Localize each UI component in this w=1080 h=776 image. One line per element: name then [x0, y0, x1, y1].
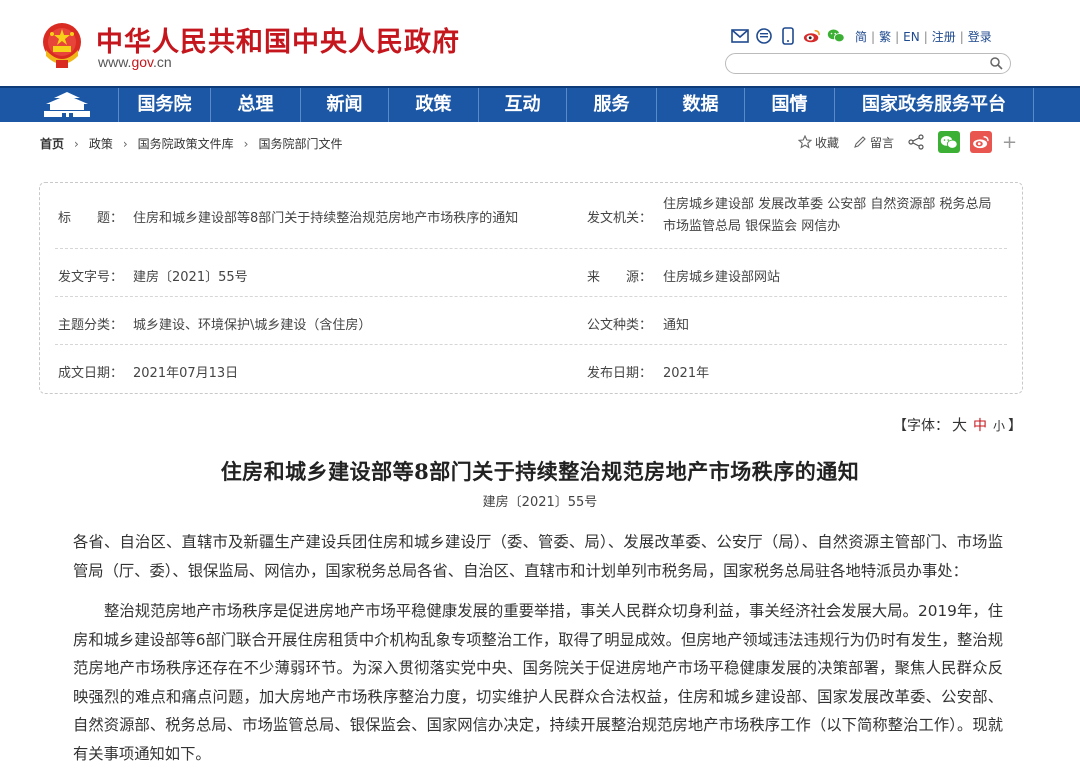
nav-item-interaction[interactable]: 互动 [478, 88, 566, 122]
national-emblem-icon[interactable] [40, 20, 84, 70]
chevron-right-icon: › [122, 136, 128, 151]
site-header: 中华人民共和国中央人民政府 www.gov.cn 简 | 繁 | EN | 注册 | 登录 [0, 0, 1080, 86]
nav-item-service[interactable]: 服务 [566, 88, 656, 122]
date-label: 成文日期： [58, 366, 124, 381]
mobile-icon[interactable] [779, 27, 797, 45]
comment-label: 留言 [870, 135, 895, 150]
site-url-prefix: www. [98, 54, 132, 70]
top-links: 简 | 繁 | EN | 注册 | 登录 [855, 30, 992, 44]
nav-item-policy[interactable]: 政策 [388, 88, 478, 122]
traditional-link[interactable]: 繁 [879, 30, 891, 44]
nav-item-national-info[interactable]: 国情 [744, 88, 834, 122]
topic-label: 主题分类： [58, 318, 124, 333]
article-body: 各省、自治区、直辖市及新疆生产建设兵团住房和城乡建设厅（委、管委、局）、发展改革… [73, 528, 1003, 776]
topic-value: 城乡建设、环境保护\城乡建设（含住房） [133, 318, 372, 333]
source-value: 住房城乡建设部网站 [663, 270, 781, 285]
date-value: 2021年07月13日 [133, 366, 239, 381]
chevron-right-icon: › [243, 136, 249, 151]
main-nav: 国务院 总理 新闻 政策 互动 服务 数据 国情 国家政务服务平台 [0, 86, 1080, 122]
article-title: 住房和城乡建设部等8部门关于持续整治规范房地产市场秩序的通知 [220, 459, 860, 484]
type-value: 通知 [663, 318, 690, 333]
meta-row-doc-no: 发文字号： 建房〔2021〕55号 来 源： 住房城乡建设部网站 [55, 249, 1007, 297]
meta-row-title: 标 题： 住房和城乡建设部等8部门关于持续整治规范房地产市场秩序的通知 发文机关… [55, 183, 1007, 249]
share-icon[interactable] [908, 134, 924, 150]
issuer-label: 发文机关： [587, 211, 653, 226]
meta-row-dates: 成文日期： 2021年07月13日 发布日期： 2021年 [55, 345, 1007, 393]
breadcrumb-home[interactable]: 首页 [40, 135, 64, 152]
nav-item-service-platform[interactable]: 国家政务服务平台 [834, 88, 1034, 122]
search-icon[interactable] [989, 56, 1004, 71]
publish-label: 发布日期： [587, 366, 653, 381]
star-icon [798, 135, 812, 149]
mail-icon[interactable] [731, 27, 749, 45]
nav-item-news[interactable]: 新闻 [300, 88, 388, 122]
weibo-icon[interactable] [803, 27, 821, 45]
site-url-domain: gov [131, 54, 153, 70]
meta-row-topic: 主题分类： 城乡建设、环境保护\城乡建设（含住房） 公文种类： 通知 [55, 297, 1007, 345]
more-share-icon[interactable]: + [1002, 132, 1017, 153]
search-input[interactable] [736, 55, 986, 75]
top-icon-bar [731, 26, 845, 46]
article-paragraph: 各省、自治区、直辖市及新疆生产建设兵团住房和城乡建设厅（委、管委、局）、发展改革… [73, 533, 1003, 580]
wechat-share-icon[interactable] [938, 131, 961, 153]
favorite-label: 收藏 [815, 135, 840, 150]
publish-value: 2021年 [663, 366, 710, 381]
comment-button[interactable]: 留言 [853, 134, 894, 151]
font-size-selector: 【字体：大中小】 [893, 414, 1022, 435]
breadcrumb-policy[interactable]: 政策 [89, 135, 113, 152]
english-link[interactable]: EN [903, 30, 920, 44]
weibo-share-icon[interactable] [970, 131, 993, 153]
login-link[interactable]: 登录 [968, 30, 992, 44]
simplified-link[interactable]: 简 [855, 30, 867, 44]
site-url-suffix: .cn [153, 54, 172, 70]
source-label: 来 源： [587, 270, 653, 285]
article-doc-number: 建房〔2021〕55号 [482, 495, 598, 510]
nav-item-state-council[interactable]: 国务院 [118, 88, 210, 122]
doc-no-value: 建房〔2021〕55号 [133, 270, 248, 285]
breadcrumb-policy-library[interactable]: 国务院政策文件库 [138, 135, 234, 152]
font-size-prefix: 【字体： [893, 418, 949, 434]
message-icon[interactable] [755, 27, 773, 45]
pencil-icon [854, 136, 866, 148]
tiananmen-home-icon[interactable] [36, 90, 98, 120]
nav-items: 国务院 总理 新闻 政策 互动 服务 数据 国情 国家政务服务平台 [118, 88, 1034, 122]
font-size-medium[interactable]: 中 [973, 418, 987, 434]
breadcrumb-department-docs[interactable]: 国务院部门文件 [258, 135, 342, 152]
search-box [725, 53, 1011, 75]
share-bar: 收藏 留言 + [798, 131, 1017, 153]
wechat-icon[interactable] [827, 27, 845, 45]
issuer-value: 住房城乡建设部 发展改革委 公安部 自然资源部 税务总局 市场监管总局 银保监会… [663, 197, 992, 234]
font-size-small[interactable]: 小 [993, 419, 1005, 433]
font-size-large[interactable]: 大 [952, 416, 967, 434]
title-value: 住房和城乡建设部等8部门关于持续整治规范房地产市场秩序的通知 [133, 211, 519, 226]
breadcrumb: 首页 › 政策 › 国务院政策文件库 › 国务院部门文件 [40, 135, 343, 152]
nav-item-data[interactable]: 数据 [656, 88, 744, 122]
document-metadata: 标 题： 住房和城乡建设部等8部门关于持续整治规范房地产市场秩序的通知 发文机关… [39, 182, 1023, 394]
favorite-button[interactable]: 收藏 [798, 134, 839, 151]
chevron-right-icon: › [74, 136, 79, 151]
type-label: 公文种类： [587, 318, 653, 333]
article-paragraph: 整治规范房地产市场秩序是促进房地产市场平稳健康发展的重要举措，事关人民群众切身利… [73, 602, 1003, 763]
doc-no-label: 发文字号： [58, 270, 124, 285]
site-url: www.gov.cn [98, 54, 172, 70]
register-link[interactable]: 注册 [932, 30, 956, 44]
nav-item-premier[interactable]: 总理 [210, 88, 300, 122]
font-size-suffix: 】 [1008, 418, 1023, 434]
title-label: 标 题： [58, 211, 124, 226]
